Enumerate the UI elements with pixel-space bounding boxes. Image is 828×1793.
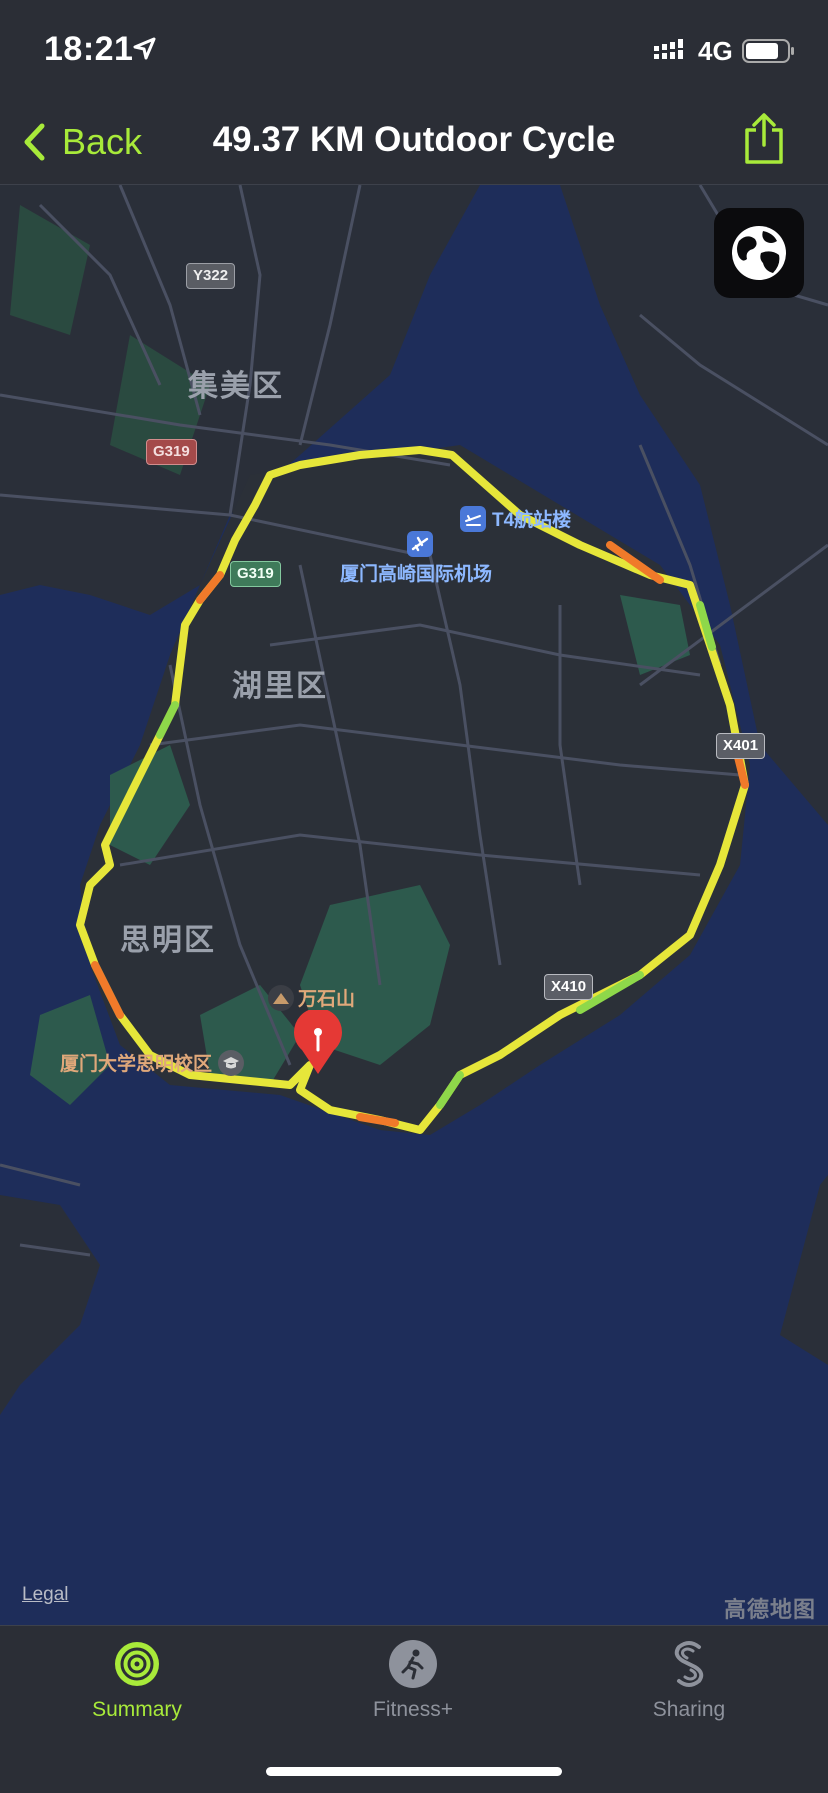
location-arrow-icon — [132, 36, 158, 67]
graduation-cap-icon — [218, 1049, 245, 1076]
road-badge-x410: X410 — [544, 974, 594, 1000]
tab-fitness-plus[interactable]: Fitness+ — [313, 1626, 513, 1746]
map-provider-credit: 高德地图 — [723, 1597, 816, 1622]
district-label-jimei: 集美区 — [188, 370, 284, 403]
navigation-bar: Back 49.37 KM Outdoor Cycle — [0, 100, 828, 185]
share-icon — [745, 113, 783, 164]
network-type: 4G — [698, 36, 733, 66]
page-title: 49.37 KM Outdoor Cycle — [212, 120, 616, 159]
district-label-siming: 思明区 — [120, 924, 216, 957]
poi-t4-terminal[interactable]: T4航站楼 — [460, 505, 571, 532]
legal-link[interactable]: Legal — [22, 1584, 69, 1606]
poi-label: 厦门高崎国际机场 — [340, 564, 493, 585]
home-indicator[interactable] — [266, 1767, 562, 1776]
running-figure-icon — [389, 1640, 437, 1688]
signal-icon — [654, 38, 690, 67]
tab-sharing[interactable]: Sharing — [589, 1626, 789, 1746]
road-badge-y322: Y322 — [186, 263, 236, 289]
road-badge-g319: G319 — [146, 439, 197, 465]
poi-wanshi-mountain[interactable]: 万石山 — [268, 984, 355, 1011]
tab-label: Summary — [92, 1698, 182, 1721]
road-badge-g319: G319 — [230, 561, 281, 587]
sharing-icon — [665, 1640, 713, 1688]
airplane-icon — [407, 531, 433, 557]
district-label-huli: 湖里区 — [232, 670, 328, 703]
activity-rings-icon — [113, 1640, 161, 1688]
poi-label: 万石山 — [298, 989, 356, 1010]
tab-summary[interactable]: Summary — [37, 1626, 237, 1746]
share-button[interactable] — [742, 112, 786, 171]
poi-xmu-siming-campus[interactable]: 厦门大学思明校区 — [60, 1049, 245, 1076]
road-badge-x401: X401 — [716, 733, 766, 759]
map-style-button[interactable] — [714, 208, 804, 298]
globe-icon — [732, 226, 786, 280]
map-canvas — [0, 185, 828, 1625]
start-location-pin-icon[interactable] — [288, 1008, 348, 1081]
status-bar: 18:21 4G — [0, 0, 828, 100]
poi-label: 厦门大学思明校区 — [60, 1054, 213, 1075]
tab-label: Sharing — [652, 1698, 726, 1721]
poi-label: T4航站楼 — [492, 510, 572, 531]
status-time: 18:21 — [44, 30, 134, 68]
battery-icon — [742, 38, 796, 69]
mountain-icon — [268, 984, 294, 1011]
route-map[interactable]: 集美区 湖里区 思明区 Y322 G319 G319 X401 X410 T4航… — [0, 185, 828, 1625]
departure-icon — [460, 505, 486, 532]
tab-label: Fitness+ — [373, 1698, 453, 1721]
poi-airport[interactable]: 厦门高崎国际机场 — [340, 559, 492, 586]
